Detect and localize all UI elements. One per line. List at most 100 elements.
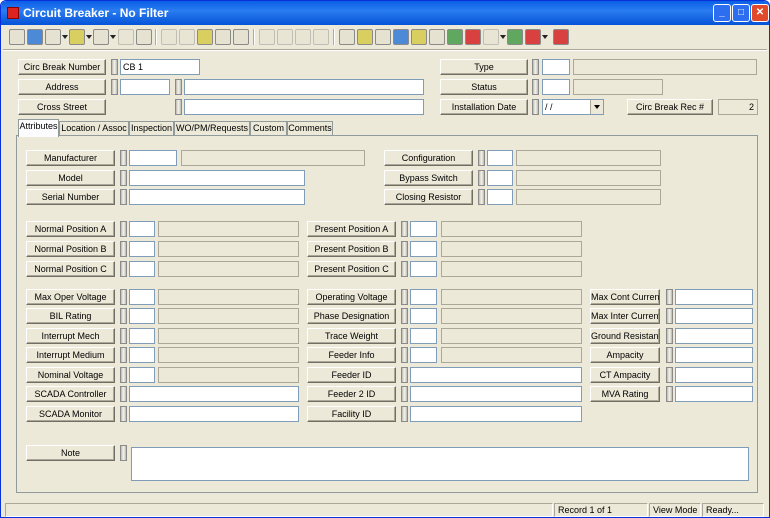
binoculars-icon[interactable] xyxy=(45,29,61,45)
present-position-a-input[interactable] xyxy=(410,221,437,237)
note-textarea[interactable] xyxy=(131,447,749,481)
scissors-icon[interactable] xyxy=(233,29,249,45)
phase-designation-button[interactable]: Phase Designation xyxy=(307,308,396,324)
serial-number-button[interactable]: Serial Number xyxy=(26,189,115,205)
tool-icon[interactable] xyxy=(465,29,481,45)
interrupt-medium-button[interactable]: Interrupt Medium xyxy=(26,347,115,363)
gallery-icon[interactable] xyxy=(411,29,427,45)
last-record-icon[interactable] xyxy=(313,29,329,45)
report-icon[interactable] xyxy=(93,29,109,45)
new-record-icon[interactable] xyxy=(136,29,152,45)
chevron-down-icon[interactable] xyxy=(86,35,92,39)
feeder-id-input[interactable] xyxy=(410,367,582,383)
present-position-b-input[interactable] xyxy=(410,241,437,257)
facility-id-button[interactable]: Facility ID xyxy=(307,406,396,422)
mva-rating-input[interactable] xyxy=(675,386,753,402)
next-record-icon[interactable] xyxy=(295,29,311,45)
circ-break-number-input[interactable]: CB 1 xyxy=(120,59,200,75)
note-button[interactable]: Note xyxy=(26,445,115,461)
circ-break-rec-button[interactable]: Circ Break Rec # xyxy=(627,99,713,115)
photo-icon[interactable] xyxy=(447,29,463,45)
bil-rating-button[interactable]: BIL Rating xyxy=(26,308,115,324)
copy-icon[interactable] xyxy=(118,29,134,45)
first-record-icon[interactable] xyxy=(259,29,275,45)
network-icon[interactable] xyxy=(393,29,409,45)
type-code-input[interactable] xyxy=(542,59,570,75)
tab-wo-pm-requests[interactable]: WO/PM/Requests xyxy=(174,121,250,136)
prev-record-icon[interactable] xyxy=(277,29,293,45)
operating-voltage-button[interactable]: Operating Voltage xyxy=(307,289,396,305)
nominal-voltage-button[interactable]: Nominal Voltage xyxy=(26,367,115,383)
chevron-down-icon[interactable] xyxy=(110,35,116,39)
mva-rating-button[interactable]: MVA Rating xyxy=(590,386,660,402)
edit-icon[interactable] xyxy=(215,29,231,45)
ampacity-input[interactable] xyxy=(675,347,753,363)
model-input[interactable] xyxy=(129,170,305,186)
book-icon[interactable] xyxy=(525,29,541,45)
present-position-c-input[interactable] xyxy=(410,261,437,277)
attach-icon[interactable] xyxy=(197,29,213,45)
max-oper-voltage-input[interactable] xyxy=(129,289,155,305)
trace-weight-button[interactable]: Trace Weight xyxy=(307,328,396,344)
installation-date-input[interactable]: / / xyxy=(542,99,604,115)
closing-resistor-input[interactable] xyxy=(487,189,513,205)
normal-position-b-button[interactable]: Normal Position B xyxy=(26,241,115,257)
cross-street-button[interactable]: Cross Street xyxy=(18,99,106,115)
ground-resistance-button[interactable]: Ground Resistance xyxy=(590,328,660,344)
interrupt-mech-input[interactable] xyxy=(129,328,155,344)
monitor-icon[interactable] xyxy=(507,29,523,45)
maximize-button[interactable]: □ xyxy=(732,4,750,22)
manufacturer-code-input[interactable] xyxy=(129,150,177,166)
address-street-input[interactable] xyxy=(184,79,424,95)
ground-resistance-input[interactable] xyxy=(675,328,753,344)
tab-custom[interactable]: Custom xyxy=(250,121,287,136)
minimize-button[interactable]: _ xyxy=(713,4,731,22)
max-inter-current-input[interactable] xyxy=(675,308,753,324)
max-inter-current-button[interactable]: Max Inter Current xyxy=(590,308,660,324)
max-oper-voltage-button[interactable]: Max Oper Voltage xyxy=(26,289,115,305)
ct-ampacity-button[interactable]: CT Ampacity xyxy=(590,367,660,383)
scada-monitor-input[interactable] xyxy=(129,406,299,422)
exit-icon[interactable] xyxy=(553,29,569,45)
configuration-button[interactable]: Configuration xyxy=(384,150,473,166)
map-icon[interactable] xyxy=(375,29,391,45)
status-code-input[interactable] xyxy=(542,79,570,95)
trace-weight-input[interactable] xyxy=(410,328,437,344)
configuration-input[interactable] xyxy=(487,150,513,166)
save-icon[interactable] xyxy=(161,29,177,45)
address-number-input[interactable] xyxy=(120,79,170,95)
serial-number-input[interactable] xyxy=(129,189,305,205)
close-button[interactable]: ✕ xyxy=(751,4,769,22)
present-position-c-button[interactable]: Present Position C xyxy=(307,261,396,277)
title-bar[interactable]: Circuit Breaker - No Filter _ □ ✕ xyxy=(1,1,769,25)
globe-icon[interactable] xyxy=(483,29,499,45)
chevron-down-icon[interactable] xyxy=(590,100,603,114)
nominal-voltage-input[interactable] xyxy=(129,367,155,383)
present-position-a-button[interactable]: Present Position A xyxy=(307,221,396,237)
lightning-icon[interactable] xyxy=(357,29,373,45)
type-button[interactable]: Type xyxy=(440,59,528,75)
model-button[interactable]: Model xyxy=(26,170,115,186)
tab-attributes[interactable]: Attributes xyxy=(18,119,59,137)
form-icon[interactable] xyxy=(9,29,25,45)
tab-inspection[interactable]: Inspection xyxy=(129,121,174,136)
chevron-down-icon[interactable] xyxy=(62,35,68,39)
search-icon[interactable] xyxy=(27,29,43,45)
delete-icon[interactable] xyxy=(179,29,195,45)
normal-position-a-input[interactable] xyxy=(129,221,155,237)
address-button[interactable]: Address xyxy=(18,79,106,95)
circ-break-number-button[interactable]: Circ Break Number xyxy=(18,59,106,75)
bypass-switch-input[interactable] xyxy=(487,170,513,186)
status-button[interactable]: Status xyxy=(440,79,528,95)
interrupt-medium-input[interactable] xyxy=(129,347,155,363)
goto-icon[interactable] xyxy=(339,29,355,45)
feeder-2-id-button[interactable]: Feeder 2 ID xyxy=(307,386,396,402)
feeder-2-id-input[interactable] xyxy=(410,386,582,402)
filter-icon[interactable] xyxy=(69,29,85,45)
normal-position-c-button[interactable]: Normal Position C xyxy=(26,261,115,277)
bypass-switch-button[interactable]: Bypass Switch xyxy=(384,170,473,186)
max-cont-current-button[interactable]: Max Cont Current xyxy=(590,289,660,305)
chevron-down-icon[interactable] xyxy=(542,35,548,39)
ct-ampacity-input[interactable] xyxy=(675,367,753,383)
scada-controller-input[interactable] xyxy=(129,386,299,402)
